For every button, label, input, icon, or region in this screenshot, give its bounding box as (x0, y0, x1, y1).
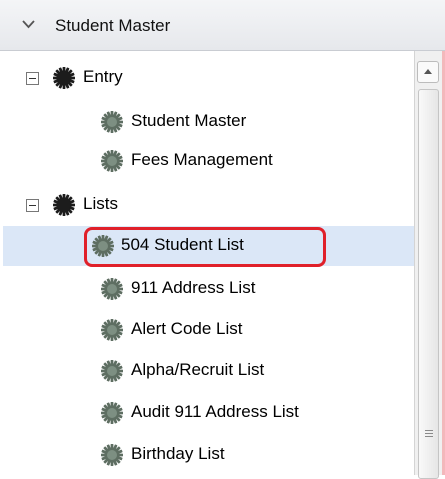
gear-icon (52, 193, 76, 217)
gear-icon (52, 66, 76, 90)
gear-icon (100, 359, 124, 383)
tree-item-label: Student Master (131, 111, 247, 130)
tree-item-birthday-list[interactable]: Birthday List (3, 435, 414, 475)
tree-item-911-address-list[interactable]: 911 Address List (3, 269, 414, 309)
tree-folder-label: Entry (83, 67, 123, 86)
tree-item-label: Birthday List (131, 444, 225, 463)
panel-header[interactable]: Student Master (0, 0, 445, 51)
tree-item-alpha-recruit-list[interactable]: Alpha/Recruit List (3, 351, 414, 391)
tree-item-label: 911 Address List (131, 278, 256, 297)
tree-item-label: Audit 911 Address List (131, 402, 299, 421)
gear-icon (100, 110, 124, 134)
gear-icon (100, 277, 124, 301)
tree-item-fees-management[interactable]: Fees Management (3, 141, 414, 181)
tree-folder-entry[interactable]: Entry (3, 58, 414, 98)
tree-item-label: Alpha/Recruit List (131, 360, 265, 379)
gear-icon (100, 149, 124, 173)
gear-icon (100, 401, 124, 425)
tree-item-label: Fees Management (131, 150, 273, 169)
gear-icon (100, 443, 124, 467)
tree-item-audit-911-address-list[interactable]: Audit 911 Address List (3, 393, 414, 433)
vertical-scrollbar[interactable] (414, 51, 442, 479)
tree-item-student-master[interactable]: Student Master (3, 102, 414, 142)
scroll-up-arrow-icon[interactable] (417, 61, 439, 83)
collapse-toggle-icon[interactable] (26, 72, 39, 85)
grip-line (425, 436, 433, 437)
tree-folder-lists[interactable]: Lists (3, 185, 414, 225)
grip-line (425, 433, 433, 434)
collapse-toggle-icon[interactable] (26, 199, 39, 212)
tree-item-alert-code-list[interactable]: Alert Code List (3, 310, 414, 350)
tree-folder-label: Lists (83, 194, 118, 213)
scrollbar-thumb[interactable] (418, 89, 439, 479)
selection-highlight-outline (84, 227, 326, 267)
panel-title: Student Master (55, 16, 171, 35)
gear-icon (100, 318, 124, 342)
tree-item-label: Alert Code List (131, 319, 243, 338)
chevron-down-icon[interactable] (20, 16, 37, 33)
grip-line (425, 430, 433, 431)
